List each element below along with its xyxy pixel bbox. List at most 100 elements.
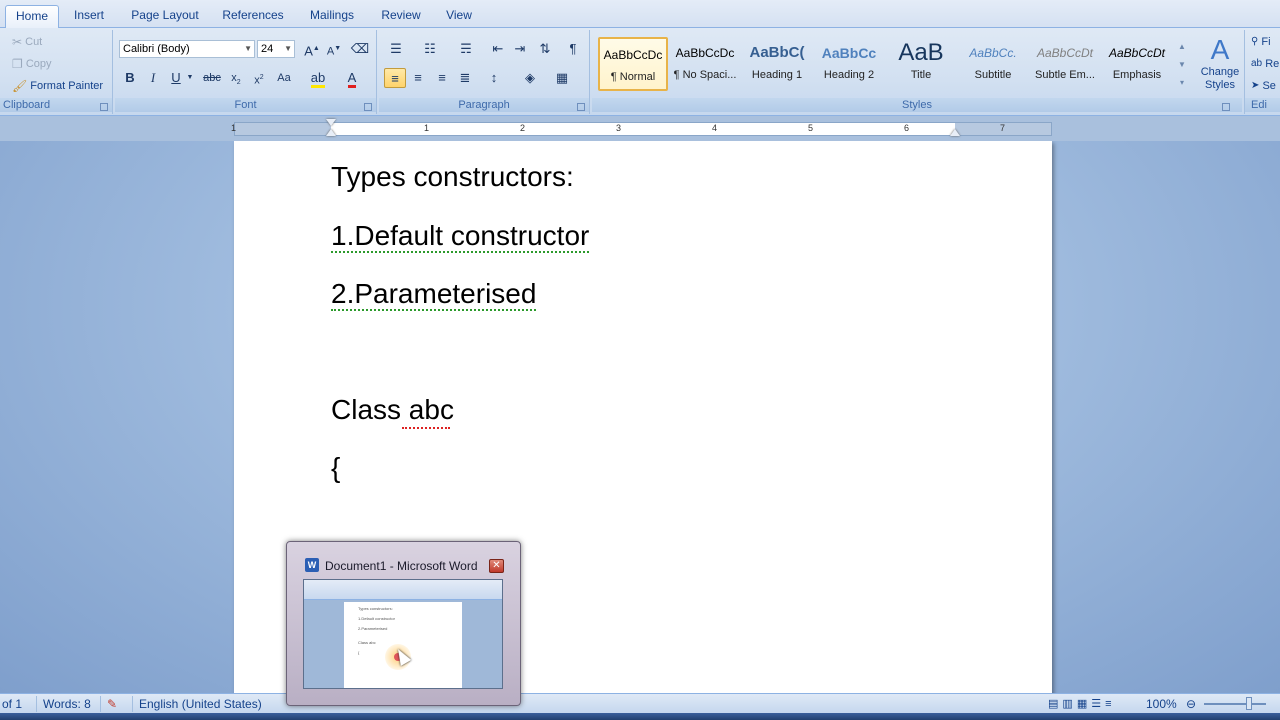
draft-icon: ≡ [1105, 698, 1116, 710]
tab-mailings[interactable]: Mailings [302, 5, 362, 28]
ruler-number: 2 [520, 123, 526, 133]
underline-button[interactable]: U [165, 68, 187, 88]
grow-font-button[interactable]: A▲ [301, 39, 323, 59]
superscript-button[interactable]: x2 [248, 68, 270, 88]
font-name-value: Calibri (Body) [123, 43, 190, 55]
preview-thumbnail[interactable]: Types constructors: 1.Default constructo… [303, 579, 503, 689]
style-sample: AaBbCcDc [675, 46, 735, 60]
style-title[interactable]: AaB Title [886, 37, 956, 91]
italic-button[interactable]: I [142, 68, 164, 88]
change-styles-icon: A [1210, 34, 1230, 65]
view-buttons[interactable]: ▤▥▦☰≡ [1048, 696, 1116, 712]
proofing-status[interactable]: ✎ [100, 696, 117, 712]
sort-button[interactable]: ⇅ [534, 39, 556, 59]
font-name-combo[interactable]: Calibri (Body) ▼ [119, 40, 255, 58]
chevron-down-icon[interactable]: ▼ [185, 68, 195, 88]
borders-button[interactable]: ▦ [551, 68, 573, 88]
style-name: Title [910, 69, 932, 81]
highlight-button[interactable]: ab [307, 68, 329, 88]
style-heading-1[interactable]: AaBbC( Heading 1 [742, 37, 812, 91]
word-count[interactable]: Words: 8 [36, 696, 91, 712]
tab-insert[interactable]: Insert [64, 5, 114, 28]
chevron-down-icon: ▼ [244, 44, 252, 53]
format-painter-button[interactable]: 🖌 Format Painter [12, 76, 103, 96]
tab-references[interactable]: References [216, 5, 290, 28]
taskbar-window-preview[interactable]: W Document1 - Microsoft Word ✕ Types con… [286, 541, 521, 706]
style-sample: AaBbCcDc [603, 48, 663, 62]
replace-button[interactable]: ab Re [1251, 54, 1279, 74]
font-size-value: 24 [261, 43, 274, 55]
zoom-slider-track[interactable] [1204, 703, 1266, 705]
line-spacing-button[interactable]: ↕ [483, 68, 505, 88]
ruler-number: 3 [616, 123, 622, 133]
clear-formatting-button[interactable]: ⌫ [349, 39, 371, 59]
show-formatting-button[interactable]: ¶ [562, 39, 584, 59]
editing-group: ⚲ Fi ab Re ➤ Se Edi [1244, 30, 1280, 114]
doc-line-4[interactable]: Class abc [331, 394, 454, 426]
style-subtitle[interactable]: AaBbCc. Subtitle [958, 37, 1028, 91]
cut-button[interactable]: ✂ Cut [12, 32, 42, 52]
copy-icon: ❐ [12, 57, 23, 72]
numbering-button[interactable]: ☷ [419, 39, 441, 59]
tab-home[interactable]: Home [5, 5, 59, 28]
strikethrough-button[interactable]: abc [201, 68, 223, 88]
clipboard-dialog-launcher[interactable] [100, 103, 108, 111]
find-button[interactable]: ⚲ Fi [1251, 32, 1271, 52]
pilcrow-icon: ¶ [569, 41, 577, 56]
subscript-button[interactable]: x2 [225, 68, 247, 88]
select-button[interactable]: ➤ Se [1251, 76, 1276, 96]
ruler-bar[interactable]: 1 1 2 3 4 5 6 7 [231, 119, 1052, 136]
doc-line-5[interactable]: { [331, 452, 340, 484]
find-label: Fi [1261, 36, 1271, 48]
bullets-button[interactable]: ☰ [385, 39, 407, 59]
change-case-button[interactable]: Aa [273, 68, 295, 88]
right-indent-marker[interactable] [950, 129, 960, 136]
style-emphasis[interactable]: AaBbCcDt Emphasis [1102, 37, 1172, 91]
styles-dialog-launcher[interactable] [1222, 103, 1230, 111]
scissors-icon: ✂ [12, 35, 23, 50]
multilevel-list-button[interactable]: ☴ [455, 39, 477, 59]
close-icon[interactable]: ✕ [489, 559, 504, 573]
align-left-button[interactable]: ≡ [384, 68, 406, 88]
change-styles-button[interactable]: A Change Styles [1198, 34, 1242, 94]
copy-button[interactable]: ❐ Copy [12, 54, 52, 74]
increase-indent-button[interactable]: ⇥ [509, 39, 531, 59]
windows-taskbar[interactable] [0, 713, 1280, 720]
highlighter-icon: ab [310, 70, 326, 88]
doc-line-1[interactable]: Types constructors: [331, 161, 574, 193]
shrink-font-button[interactable]: A▼ [323, 39, 345, 59]
style-gallery-scroll[interactable]: ▲ ▼ ▾ [1176, 38, 1188, 92]
indent-icon: ⇥ [514, 41, 526, 56]
page-count[interactable]: of 1 [2, 696, 22, 712]
font-size-combo[interactable]: 24 ▼ [257, 40, 295, 58]
zoom-out-button[interactable]: ⊖ [1186, 696, 1196, 712]
first-line-indent-marker[interactable] [326, 119, 336, 126]
decrease-indent-button[interactable]: ⇤ [487, 39, 509, 59]
thumb-line: { [358, 650, 360, 655]
language-indicator[interactable]: English (United States) [132, 696, 262, 712]
font-color-button[interactable]: A [341, 68, 363, 88]
tab-review[interactable]: Review [374, 5, 428, 28]
hanging-indent-marker[interactable] [326, 129, 336, 136]
justify-button[interactable]: ≣ [454, 68, 476, 88]
tab-page-layout[interactable]: Page Layout [126, 5, 204, 28]
style-heading-2[interactable]: AaBbCc Heading 2 [814, 37, 884, 91]
style-normal[interactable]: AaBbCcDc ¶ Normal [598, 37, 668, 91]
paragraph-dialog-launcher[interactable] [577, 103, 585, 111]
preview-title: Document1 - Microsoft Word [325, 559, 478, 573]
align-right-button[interactable]: ≡ [431, 68, 453, 88]
align-center-button[interactable]: ≡ [407, 68, 429, 88]
style-name: ¶ No Spaci... [673, 69, 737, 81]
bold-button[interactable]: B [119, 68, 141, 88]
tab-view[interactable]: View [438, 5, 480, 28]
proofing-icon: ✎ [107, 697, 118, 711]
zoom-level[interactable]: 100% [1146, 696, 1177, 712]
doc-line-2[interactable]: 1.Default constructor [331, 220, 590, 253]
paragraph-group: ☰ ☷ ☴ ⇤ ⇥ ⇅ ¶ ≡ ≡ ≡ ≣ ↕ ◈ ▦ Paragraph [379, 30, 590, 114]
style-no-spacing[interactable]: AaBbCcDc ¶ No Spaci... [670, 37, 740, 91]
zoom-slider-thumb[interactable] [1246, 697, 1252, 710]
style-subtle-emphasis[interactable]: AaBbCcDt Subtle Em... [1030, 37, 1100, 91]
doc-line-3[interactable]: 2.Parameterised [331, 278, 537, 311]
font-dialog-launcher[interactable] [364, 103, 372, 111]
shading-button[interactable]: ◈ [519, 68, 541, 88]
